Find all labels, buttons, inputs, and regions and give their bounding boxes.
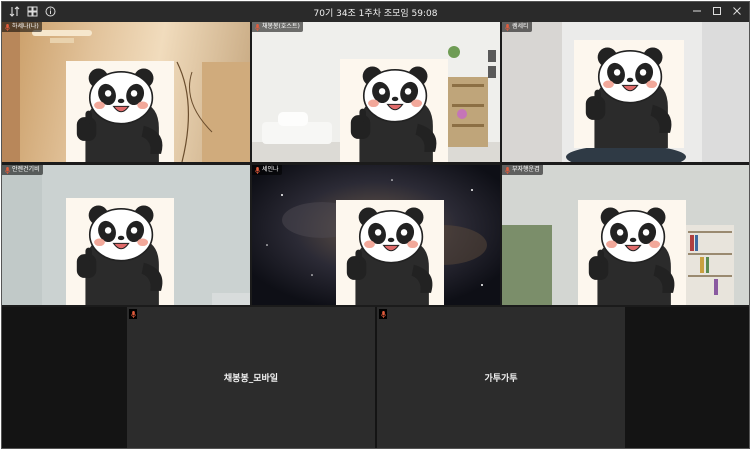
no-video-tile[interactable]: 채봉봉_모바일 xyxy=(127,307,375,448)
panda-avatar xyxy=(66,198,174,305)
participant-name: 가투가투 xyxy=(484,374,518,384)
close-icon[interactable] xyxy=(731,5,743,17)
mic-muted-icon xyxy=(5,166,10,174)
meeting-title: 70기 34조 1주차 조모임 59:08 xyxy=(313,9,438,19)
no-video-tile[interactable]: 가투가투 xyxy=(377,307,625,448)
participant-name: 쌤세티 xyxy=(512,23,529,30)
participant-name-bar: 세인나 xyxy=(252,165,282,175)
maximize-icon[interactable] xyxy=(711,5,723,17)
no-video-row: 채봉봉_모바일 가투가투 xyxy=(2,307,749,448)
video-tile[interactable]: 안젠건기비 xyxy=(2,165,250,305)
participant-name-bar: 하세나(나) xyxy=(2,22,42,32)
participant-name: 채봉봉(호스트) xyxy=(262,23,300,30)
video-grid: 하세나(나) 채봉봉(호스트) 쌤세티 안젠건기비 세인나 부자행운겸 xyxy=(2,22,749,307)
panda-avatar xyxy=(340,59,448,162)
mic-muted-icon xyxy=(5,23,10,31)
video-tile[interactable]: 쌤세티 xyxy=(502,22,749,162)
video-tile[interactable]: 부자행운겸 xyxy=(502,165,749,305)
mic-muted-icon xyxy=(255,23,260,31)
mic-muted-icon xyxy=(379,309,387,319)
participant-name-bar: 쌤세티 xyxy=(502,22,532,32)
participant-name-bar: 채봉봉(호스트) xyxy=(252,22,303,32)
mic-muted-icon xyxy=(505,23,510,31)
mic-muted-icon xyxy=(129,309,137,319)
mic-muted-icon xyxy=(255,166,260,174)
participant-name-bar: 안젠건기비 xyxy=(2,165,43,175)
title-bar: 70기 34조 1주차 조모임 59:08 xyxy=(2,2,749,22)
participant-name: 채봉봉_모바일 xyxy=(223,374,279,384)
window-controls xyxy=(691,5,743,17)
participant-name: 하세나(나) xyxy=(12,23,39,30)
video-tile[interactable]: 채봉봉(호스트) xyxy=(252,22,500,162)
panda-avatar xyxy=(336,200,444,305)
participant-name: 부자행운겸 xyxy=(512,166,540,173)
mic-muted-icon xyxy=(505,166,510,174)
panda-avatar xyxy=(574,40,684,148)
meeting-window: 70기 34조 1주차 조모임 59:08 하세나(나) 채봉봉(호스트) 쌤세… xyxy=(1,1,750,449)
video-tile[interactable]: 하세나(나) xyxy=(2,22,250,162)
participant-name: 세인나 xyxy=(262,166,279,173)
video-tile[interactable]: 세인나 xyxy=(252,165,500,305)
panda-avatar xyxy=(578,200,686,305)
panda-avatar xyxy=(66,61,174,162)
participant-name-bar: 부자행운겸 xyxy=(502,165,543,175)
participant-name: 안젠건기비 xyxy=(12,166,40,173)
minimize-icon[interactable] xyxy=(691,5,703,17)
